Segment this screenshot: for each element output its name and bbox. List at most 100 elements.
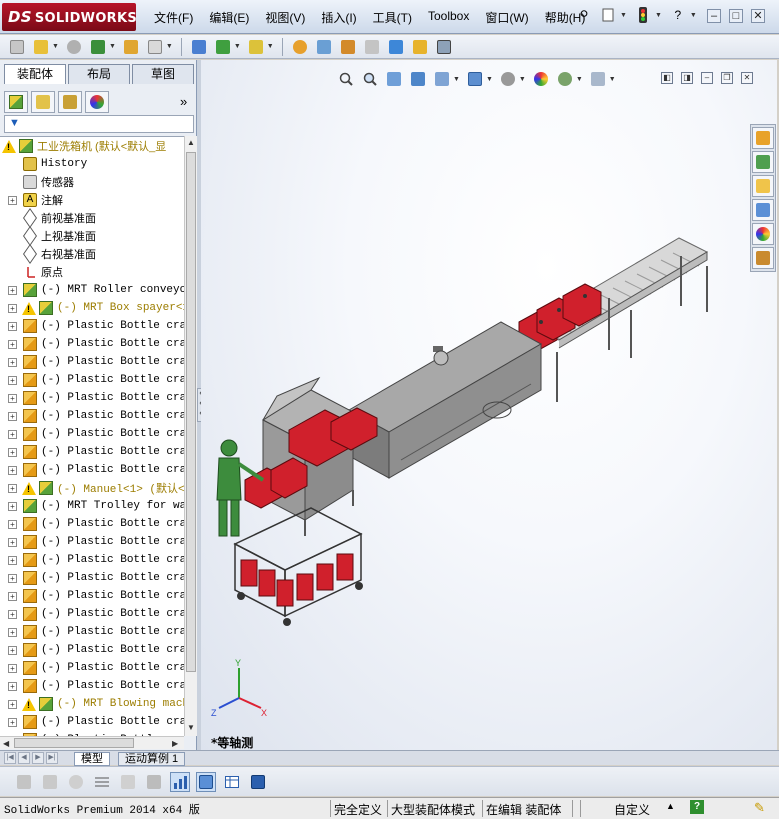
tree-node-component[interactable]: + (-) Plastic Bottle crat: [8, 317, 184, 335]
tree-scroll-thumb[interactable]: [186, 152, 196, 672]
tree-node-component[interactable]: + (-) Plastic Bottle crat: [8, 587, 184, 605]
expand-icon[interactable]: +: [8, 537, 17, 547]
expand-icon[interactable]: +: [8, 195, 17, 205]
tree-node-fixed[interactable]: 上视基准面: [22, 226, 96, 246]
menu-item-1[interactable]: 编辑(E): [201, 9, 257, 26]
menu-item-0[interactable]: 文件(F): [146, 9, 201, 26]
minimize-icon[interactable]: –: [707, 9, 721, 23]
tree-node-component[interactable]: + (-) Plastic Bottle crat: [8, 461, 184, 479]
expand-icon[interactable]: +: [8, 483, 17, 493]
menu-item-6[interactable]: 窗口(W): [477, 9, 536, 26]
rebuild-dropdown-icon[interactable]: ▼: [655, 12, 662, 19]
insert-component-icon[interactable]: [8, 38, 26, 56]
expand-icon[interactable]: +: [8, 429, 17, 439]
tree-node-component[interactable]: + (-) Plastic Bottle crat: [8, 533, 184, 551]
menu-item-2[interactable]: 视图(V): [257, 9, 313, 26]
tree-hscroll-thumb[interactable]: [14, 738, 134, 748]
tree-vertical-scrollbar[interactable]: ▲ ▼: [184, 136, 197, 736]
expand-icon[interactable]: +: [8, 699, 17, 709]
tree-node-component[interactable]: + (-) Plastic Bottle crat: [8, 443, 184, 461]
expand-icon[interactable]: +: [8, 519, 17, 529]
display-manager-icon[interactable]: [85, 91, 109, 113]
tree-node-component[interactable]: + (-) MRT Roller conveyor: [8, 281, 184, 299]
tree-node-fixed[interactable]: 右视基准面: [22, 244, 96, 264]
assembly-model-view[interactable]: [201, 60, 777, 750]
tree-node-component[interactable]: + (-) MRT Blowing mach: [8, 695, 184, 713]
new-motion-study-icon[interactable]: [291, 38, 309, 56]
tree-node-fixed[interactable]: 原点: [22, 263, 63, 281]
tree-node-fixed[interactable]: + A 注解: [8, 191, 63, 209]
tree-node-component[interactable]: + (-) MRT Box spayer<1: [8, 299, 184, 317]
tree-node-component[interactable]: + (-) Plastic Bottle crat: [8, 551, 184, 569]
save-icon[interactable]: [248, 772, 268, 792]
feature-manager-icon[interactable]: [4, 91, 28, 113]
list-icon[interactable]: [92, 772, 112, 792]
assembly-features-icon[interactable]: [214, 38, 232, 56]
solidworks-logo[interactable]: DS SOLIDWORKS: [2, 3, 137, 31]
expand-icon[interactable]: +: [8, 447, 17, 457]
tree-node-component[interactable]: + (-) Plastic Bottle crat: [8, 335, 184, 353]
linear-pattern-icon[interactable]: [89, 38, 107, 56]
scroll-down-icon[interactable]: ▼: [187, 723, 195, 732]
file-explorer-icon[interactable]: [752, 175, 774, 197]
tab-assembly[interactable]: 装配体: [4, 64, 66, 84]
exploded-view-icon[interactable]: [339, 38, 357, 56]
expand-icon[interactable]: +: [8, 663, 17, 673]
reference-geometry-icon[interactable]: [247, 38, 265, 56]
tab-last-icon[interactable]: ▶|: [46, 752, 58, 764]
table-view-icon[interactable]: [222, 772, 242, 792]
expand-icon[interactable]: +: [8, 339, 17, 349]
smart-fasteners-icon[interactable]: [122, 38, 140, 56]
expand-icon[interactable]: +: [8, 555, 17, 565]
scroll-right-icon[interactable]: ▶: [172, 739, 178, 748]
show-hidden-icon[interactable]: [190, 38, 208, 56]
tree-node-component[interactable]: + (-) Plastic Bottle crat: [8, 605, 184, 623]
instant3d-icon[interactable]: [411, 38, 429, 56]
tree-node-component[interactable]: + (-) MRT Trolley for was: [8, 497, 184, 515]
menu-item-3[interactable]: 插入(I): [313, 9, 364, 26]
expand-icon[interactable]: +: [8, 303, 17, 313]
tab-first-icon[interactable]: |◀: [4, 752, 16, 764]
configuration-manager-icon[interactable]: [58, 91, 82, 113]
bill-of-materials-icon[interactable]: [315, 38, 333, 56]
mate-dropdown-icon[interactable]: ▼: [52, 43, 59, 50]
custom-properties-icon[interactable]: [752, 247, 774, 269]
maximize-icon[interactable]: □: [729, 9, 743, 23]
paperclip-icon[interactable]: [65, 38, 83, 56]
cube-view-icon[interactable]: [196, 771, 216, 792]
new-dropdown-icon[interactable]: ▼: [620, 12, 627, 19]
tree-node-component[interactable]: + (-) Plastic Bottle crat: [8, 659, 184, 677]
expand-icon[interactable]: +: [8, 681, 17, 691]
expand-icon[interactable]: +: [8, 285, 17, 295]
tree-node-component[interactable]: + (-) Plastic Bottle crat: [8, 389, 184, 407]
status-units[interactable]: 自定义: [614, 801, 650, 818]
help-icon[interactable]: ?: [670, 7, 686, 23]
move-dropdown-icon[interactable]: ▼: [166, 43, 173, 50]
menu-item-4[interactable]: 工具(T): [365, 9, 420, 26]
tree-node-component[interactable]: + (-) Plastic Bottle crat: [8, 569, 184, 587]
interference-icon[interactable]: [387, 38, 405, 56]
graphics-area[interactable]: ▼ ▼ ▼ ▼ ▼ ◧ ◨ – ❐ ✕ Y X Z *等轴测: [201, 60, 777, 750]
features-dropdown-icon[interactable]: ▼: [234, 43, 241, 50]
tab-prev-icon[interactable]: ◀: [18, 752, 30, 764]
tree-node-component[interactable]: + (-) Plastic Bottle crat: [8, 371, 184, 389]
chart-view-icon[interactable]: [170, 771, 190, 792]
tree-node-component[interactable]: + (-) Plastic Bottle crat: [8, 425, 184, 443]
expand-icon[interactable]: +: [8, 609, 17, 619]
expand-icon[interactable]: +: [8, 375, 17, 385]
pattern-dropdown-icon[interactable]: ▼: [109, 43, 116, 50]
view-palette-icon[interactable]: [752, 199, 774, 221]
expand-icon[interactable]: +: [8, 627, 17, 637]
scroll-left-icon[interactable]: ◀: [3, 739, 9, 748]
expand-icon[interactable]: +: [8, 465, 17, 475]
rebuild-disabled-icon[interactable]: [14, 772, 34, 792]
expand-icon[interactable]: +: [8, 321, 17, 331]
appearances-icon[interactable]: [752, 223, 774, 245]
tag-icon[interactable]: ✎: [754, 800, 765, 816]
tree-node-component[interactable]: + (-) Plastic Bottle crat: [8, 677, 184, 695]
swap-icon[interactable]: [144, 772, 164, 792]
mate-icon[interactable]: [32, 38, 50, 56]
tab-sketch[interactable]: 草图: [132, 64, 194, 84]
expand-icon[interactable]: +: [8, 645, 17, 655]
more-tabs-icon[interactable]: »: [180, 94, 187, 109]
